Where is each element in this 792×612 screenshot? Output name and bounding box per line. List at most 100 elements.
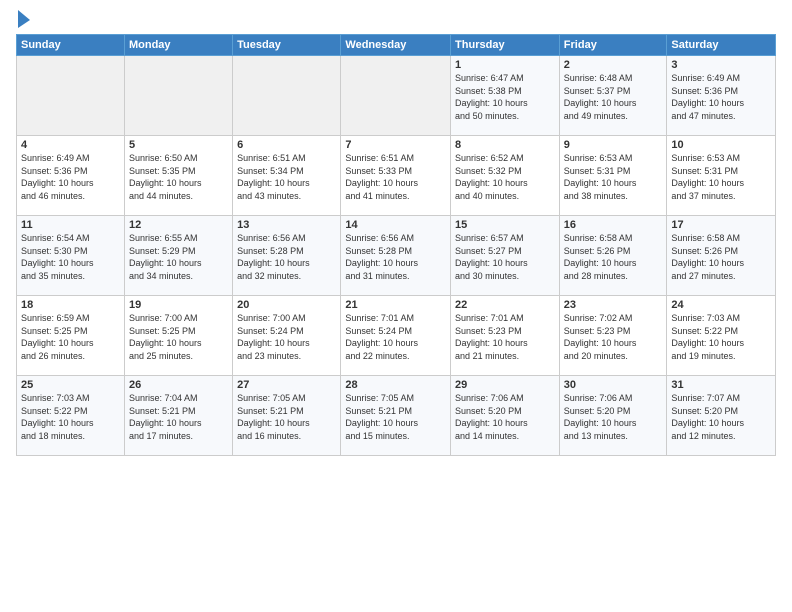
day-detail: Sunrise: 7:03 AM Sunset: 5:22 PM Dayligh…	[21, 392, 120, 442]
day-number: 13	[237, 219, 336, 231]
day-detail: Sunrise: 7:03 AM Sunset: 5:22 PM Dayligh…	[671, 312, 771, 362]
day-number: 21	[345, 299, 446, 311]
page: SundayMondayTuesdayWednesdayThursdayFrid…	[0, 0, 792, 612]
day-number: 27	[237, 379, 336, 391]
week-row-1: 4Sunrise: 6:49 AM Sunset: 5:36 PM Daylig…	[17, 136, 776, 216]
day-number: 19	[129, 299, 228, 311]
week-row-4: 25Sunrise: 7:03 AM Sunset: 5:22 PM Dayli…	[17, 376, 776, 456]
calendar-cell: 8Sunrise: 6:52 AM Sunset: 5:32 PM Daylig…	[451, 136, 560, 216]
calendar-cell: 2Sunrise: 6:48 AM Sunset: 5:37 PM Daylig…	[559, 56, 667, 136]
day-number: 4	[21, 139, 120, 151]
day-number: 14	[345, 219, 446, 231]
calendar-cell: 12Sunrise: 6:55 AM Sunset: 5:29 PM Dayli…	[124, 216, 232, 296]
day-number: 24	[671, 299, 771, 311]
calendar-cell: 6Sunrise: 6:51 AM Sunset: 5:34 PM Daylig…	[233, 136, 341, 216]
calendar-cell: 11Sunrise: 6:54 AM Sunset: 5:30 PM Dayli…	[17, 216, 125, 296]
weekday-header-row: SundayMondayTuesdayWednesdayThursdayFrid…	[17, 35, 776, 56]
calendar-cell: 25Sunrise: 7:03 AM Sunset: 5:22 PM Dayli…	[17, 376, 125, 456]
calendar-cell	[17, 56, 125, 136]
day-number: 26	[129, 379, 228, 391]
day-number: 23	[564, 299, 663, 311]
calendar-cell: 23Sunrise: 7:02 AM Sunset: 5:23 PM Dayli…	[559, 296, 667, 376]
header	[16, 12, 776, 28]
calendar-cell: 30Sunrise: 7:06 AM Sunset: 5:20 PM Dayli…	[559, 376, 667, 456]
day-detail: Sunrise: 6:56 AM Sunset: 5:28 PM Dayligh…	[345, 232, 446, 282]
week-row-2: 11Sunrise: 6:54 AM Sunset: 5:30 PM Dayli…	[17, 216, 776, 296]
day-detail: Sunrise: 6:58 AM Sunset: 5:26 PM Dayligh…	[671, 232, 771, 282]
day-number: 8	[455, 139, 555, 151]
logo	[16, 12, 36, 28]
day-detail: Sunrise: 6:58 AM Sunset: 5:26 PM Dayligh…	[564, 232, 663, 282]
day-detail: Sunrise: 6:53 AM Sunset: 5:31 PM Dayligh…	[564, 152, 663, 202]
day-detail: Sunrise: 6:53 AM Sunset: 5:31 PM Dayligh…	[671, 152, 771, 202]
day-detail: Sunrise: 6:54 AM Sunset: 5:30 PM Dayligh…	[21, 232, 120, 282]
day-number: 12	[129, 219, 228, 231]
day-detail: Sunrise: 7:05 AM Sunset: 5:21 PM Dayligh…	[237, 392, 336, 442]
calendar-cell: 26Sunrise: 7:04 AM Sunset: 5:21 PM Dayli…	[124, 376, 232, 456]
calendar-cell: 5Sunrise: 6:50 AM Sunset: 5:35 PM Daylig…	[124, 136, 232, 216]
day-number: 16	[564, 219, 663, 231]
weekday-header-sunday: Sunday	[17, 35, 125, 56]
day-number: 17	[671, 219, 771, 231]
weekday-header-tuesday: Tuesday	[233, 35, 341, 56]
day-detail: Sunrise: 6:57 AM Sunset: 5:27 PM Dayligh…	[455, 232, 555, 282]
day-number: 11	[21, 219, 120, 231]
day-detail: Sunrise: 7:07 AM Sunset: 5:20 PM Dayligh…	[671, 392, 771, 442]
day-number: 18	[21, 299, 120, 311]
day-detail: Sunrise: 7:01 AM Sunset: 5:23 PM Dayligh…	[455, 312, 555, 362]
day-detail: Sunrise: 7:02 AM Sunset: 5:23 PM Dayligh…	[564, 312, 663, 362]
weekday-header-saturday: Saturday	[667, 35, 776, 56]
day-number: 9	[564, 139, 663, 151]
weekday-header-friday: Friday	[559, 35, 667, 56]
day-number: 29	[455, 379, 555, 391]
calendar-cell: 31Sunrise: 7:07 AM Sunset: 5:20 PM Dayli…	[667, 376, 776, 456]
day-number: 25	[21, 379, 120, 391]
day-number: 20	[237, 299, 336, 311]
calendar-cell: 15Sunrise: 6:57 AM Sunset: 5:27 PM Dayli…	[451, 216, 560, 296]
calendar-cell	[341, 56, 451, 136]
calendar-cell: 21Sunrise: 7:01 AM Sunset: 5:24 PM Dayli…	[341, 296, 451, 376]
calendar-cell: 16Sunrise: 6:58 AM Sunset: 5:26 PM Dayli…	[559, 216, 667, 296]
day-detail: Sunrise: 6:49 AM Sunset: 5:36 PM Dayligh…	[21, 152, 120, 202]
day-detail: Sunrise: 6:51 AM Sunset: 5:33 PM Dayligh…	[345, 152, 446, 202]
day-number: 30	[564, 379, 663, 391]
day-number: 6	[237, 139, 336, 151]
day-detail: Sunrise: 7:06 AM Sunset: 5:20 PM Dayligh…	[455, 392, 555, 442]
day-detail: Sunrise: 6:47 AM Sunset: 5:38 PM Dayligh…	[455, 72, 555, 122]
calendar-cell: 9Sunrise: 6:53 AM Sunset: 5:31 PM Daylig…	[559, 136, 667, 216]
day-detail: Sunrise: 7:00 AM Sunset: 5:24 PM Dayligh…	[237, 312, 336, 362]
day-detail: Sunrise: 6:56 AM Sunset: 5:28 PM Dayligh…	[237, 232, 336, 282]
day-detail: Sunrise: 6:51 AM Sunset: 5:34 PM Dayligh…	[237, 152, 336, 202]
day-number: 31	[671, 379, 771, 391]
day-detail: Sunrise: 6:50 AM Sunset: 5:35 PM Dayligh…	[129, 152, 228, 202]
day-number: 7	[345, 139, 446, 151]
day-detail: Sunrise: 6:52 AM Sunset: 5:32 PM Dayligh…	[455, 152, 555, 202]
day-number: 1	[455, 59, 555, 71]
day-detail: Sunrise: 7:05 AM Sunset: 5:21 PM Dayligh…	[345, 392, 446, 442]
calendar-cell: 13Sunrise: 6:56 AM Sunset: 5:28 PM Dayli…	[233, 216, 341, 296]
day-number: 10	[671, 139, 771, 151]
week-row-3: 18Sunrise: 6:59 AM Sunset: 5:25 PM Dayli…	[17, 296, 776, 376]
weekday-header-thursday: Thursday	[451, 35, 560, 56]
day-detail: Sunrise: 7:04 AM Sunset: 5:21 PM Dayligh…	[129, 392, 228, 442]
day-detail: Sunrise: 7:00 AM Sunset: 5:25 PM Dayligh…	[129, 312, 228, 362]
day-detail: Sunrise: 7:01 AM Sunset: 5:24 PM Dayligh…	[345, 312, 446, 362]
calendar-table: SundayMondayTuesdayWednesdayThursdayFrid…	[16, 34, 776, 456]
day-number: 28	[345, 379, 446, 391]
calendar-cell: 29Sunrise: 7:06 AM Sunset: 5:20 PM Dayli…	[451, 376, 560, 456]
day-detail: Sunrise: 6:49 AM Sunset: 5:36 PM Dayligh…	[671, 72, 771, 122]
calendar-cell	[124, 56, 232, 136]
weekday-header-wednesday: Wednesday	[341, 35, 451, 56]
day-number: 5	[129, 139, 228, 151]
calendar-cell: 1Sunrise: 6:47 AM Sunset: 5:38 PM Daylig…	[451, 56, 560, 136]
calendar-cell: 17Sunrise: 6:58 AM Sunset: 5:26 PM Dayli…	[667, 216, 776, 296]
calendar-cell: 7Sunrise: 6:51 AM Sunset: 5:33 PM Daylig…	[341, 136, 451, 216]
logo-flag-icon	[18, 10, 36, 30]
calendar-cell: 20Sunrise: 7:00 AM Sunset: 5:24 PM Dayli…	[233, 296, 341, 376]
calendar-cell: 27Sunrise: 7:05 AM Sunset: 5:21 PM Dayli…	[233, 376, 341, 456]
day-detail: Sunrise: 6:55 AM Sunset: 5:29 PM Dayligh…	[129, 232, 228, 282]
calendar-cell: 14Sunrise: 6:56 AM Sunset: 5:28 PM Dayli…	[341, 216, 451, 296]
day-detail: Sunrise: 6:59 AM Sunset: 5:25 PM Dayligh…	[21, 312, 120, 362]
calendar-cell: 22Sunrise: 7:01 AM Sunset: 5:23 PM Dayli…	[451, 296, 560, 376]
day-detail: Sunrise: 6:48 AM Sunset: 5:37 PM Dayligh…	[564, 72, 663, 122]
